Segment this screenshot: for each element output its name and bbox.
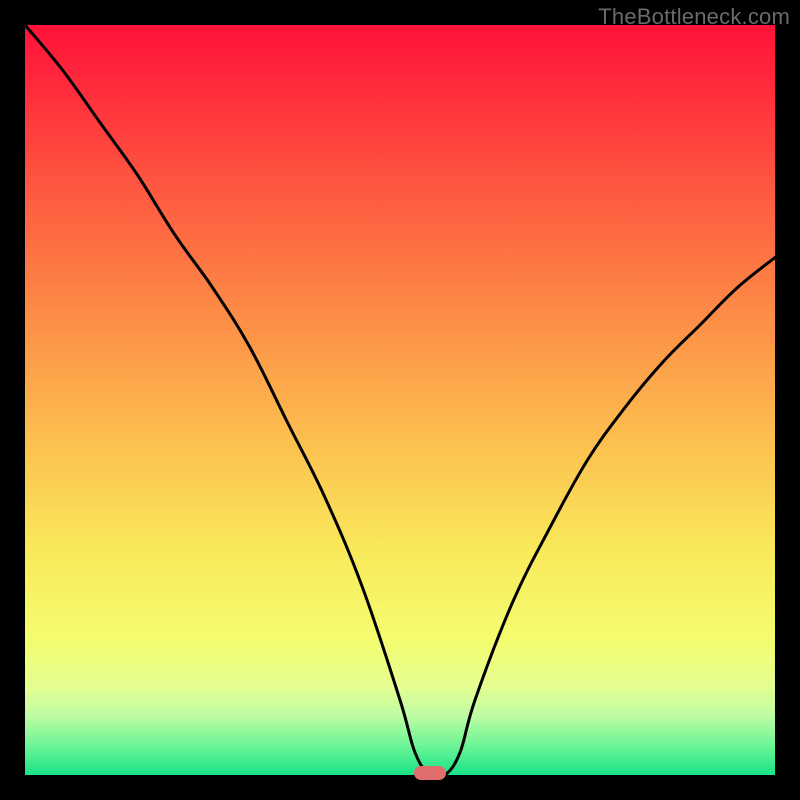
bottleneck-curve-path bbox=[25, 25, 775, 775]
chart-frame: TheBottleneck.com bbox=[0, 0, 800, 800]
sweet-spot-marker bbox=[414, 766, 446, 780]
watermark-text: TheBottleneck.com bbox=[598, 4, 790, 30]
bottleneck-curve-svg bbox=[25, 25, 775, 775]
